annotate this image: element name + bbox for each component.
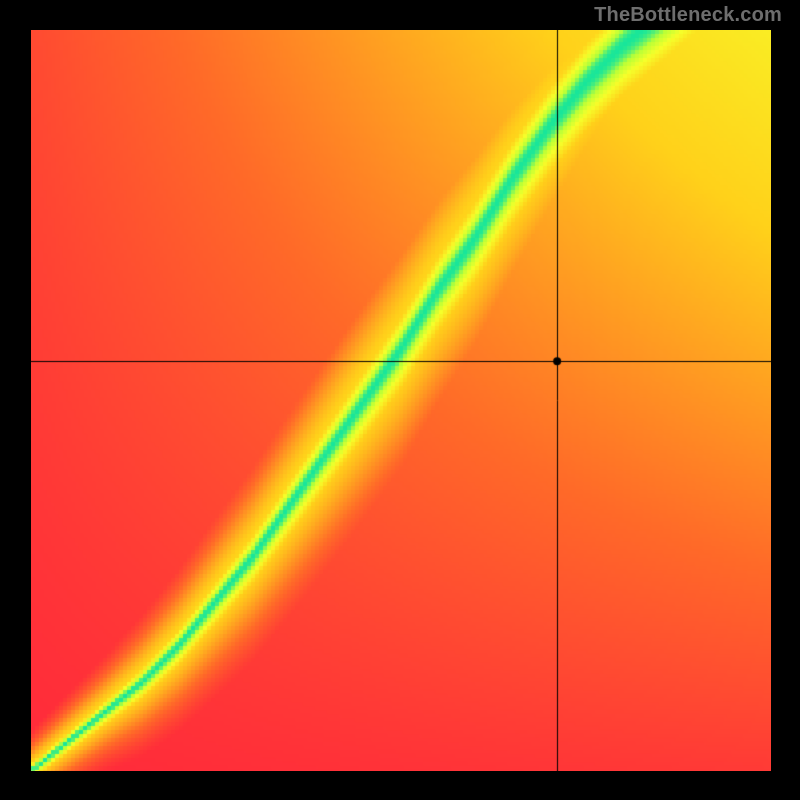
chart-container: TheBottleneck.com [0,0,800,800]
watermark-text: TheBottleneck.com [594,4,782,27]
bottleneck-heatmap [31,30,771,771]
